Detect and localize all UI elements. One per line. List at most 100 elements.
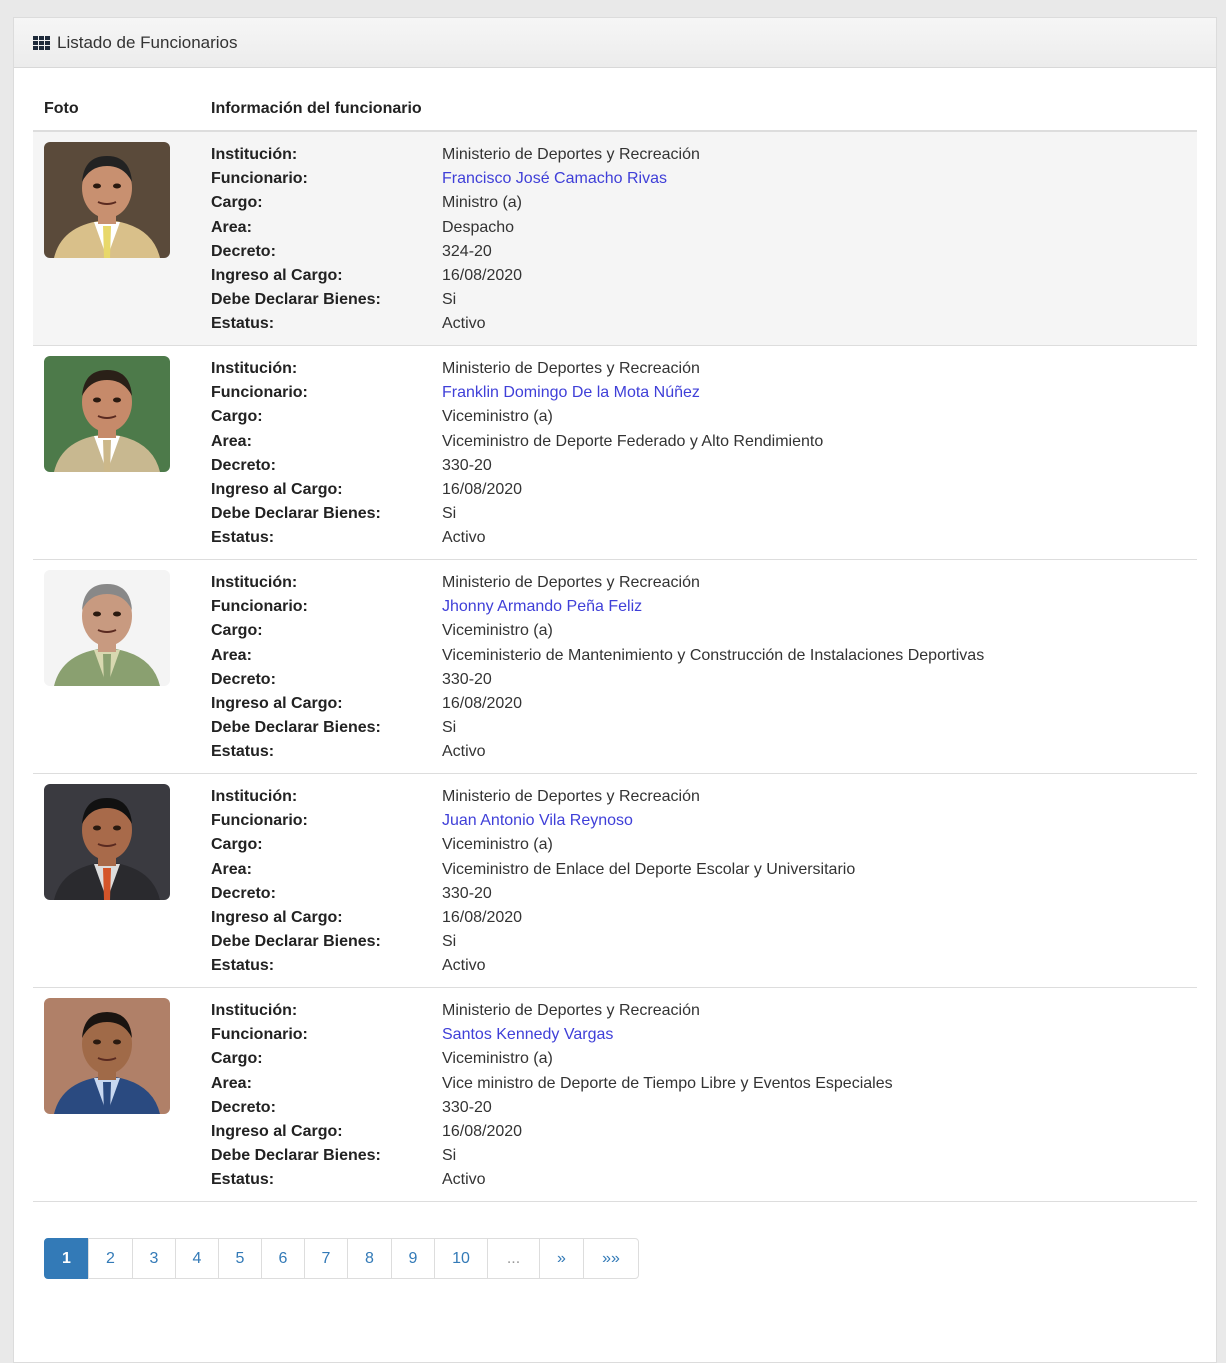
field-declarar: Debe Declarar Bienes: Si xyxy=(211,1144,893,1168)
official-photo xyxy=(44,142,170,258)
photo-cell xyxy=(33,988,211,1201)
field-label: Ingreso al Cargo: xyxy=(211,908,343,926)
field-funcionario: Funcionario: Juan Antonio Vila Reynoso xyxy=(211,809,855,833)
field-label: Debe Declarar Bienes: xyxy=(211,719,381,737)
field-label: Cargo: xyxy=(211,408,263,426)
field-value: Despacho xyxy=(442,218,515,236)
field-label: Ingreso al Cargo: xyxy=(211,480,343,498)
field-value: 16/08/2020 xyxy=(442,694,523,712)
official-name-link[interactable]: Francisco José Camacho Rivas xyxy=(442,167,667,191)
field-label: Institución: xyxy=(211,574,298,591)
field-ingreso: Ingreso al Cargo: 16/08/2020 xyxy=(211,692,984,716)
field-value: Si xyxy=(442,291,457,309)
panel-title: Listado de Funcionarios xyxy=(57,32,238,52)
field-ingreso: Ingreso al Cargo: 16/08/2020 xyxy=(211,906,855,930)
page-2-button[interactable]: 2 xyxy=(88,1238,133,1279)
field-cargo: Cargo: Viceministro (a) xyxy=(211,405,823,429)
field-estatus: Estatus: Activo xyxy=(211,954,855,978)
official-photo xyxy=(44,784,170,900)
officials-table: Foto Información del funcionario Institu… xyxy=(33,88,1197,1202)
page-1-button[interactable]: 1 xyxy=(44,1238,89,1279)
field-label: Institución: xyxy=(211,1002,298,1019)
field-area: Area: Viceministro de Enlace del Deporte … xyxy=(211,858,855,882)
field-decreto: Decreto: 330-20 xyxy=(211,454,823,478)
field-value: Activo xyxy=(442,529,486,547)
photo-cell xyxy=(33,560,211,773)
field-label: Area: xyxy=(211,860,252,878)
page-ellipsis-button[interactable]: ... xyxy=(487,1238,540,1279)
field-estatus: Estatus: Activo xyxy=(211,312,700,336)
page-9-button[interactable]: 9 xyxy=(391,1238,435,1279)
page-7-button[interactable]: 7 xyxy=(304,1238,348,1279)
official-name-link[interactable]: Santos Kennedy Vargas xyxy=(442,1023,613,1047)
field-value: Si xyxy=(442,505,457,523)
official-info: Institución: Ministerio de Deportes y Rec… xyxy=(211,132,700,345)
page-3-button[interactable]: 3 xyxy=(132,1238,176,1279)
field-decreto: Decreto: 330-20 xyxy=(211,882,855,906)
field-value: 330-20 xyxy=(442,670,492,688)
photo-cell xyxy=(33,346,211,559)
field-value: Viceministro (a) xyxy=(442,408,553,426)
field-value: 16/08/2020 xyxy=(442,1122,523,1140)
official-info: Institución: Ministerio de Deportes y Rec… xyxy=(211,346,823,559)
field-label: Area: xyxy=(211,646,252,664)
field-label: Debe Declarar Bienes: xyxy=(211,1147,381,1165)
field-label: Funcionario: xyxy=(211,170,308,188)
pagination: 1 2 3 4 5 6 7 8 9 10...»»» xyxy=(44,1238,639,1279)
field-decreto: Decreto: 330-20 xyxy=(211,1096,893,1120)
table-row: Institución: Ministerio de Deportes y Rec… xyxy=(33,988,1197,1202)
field-funcionario: Funcionario: Santos Kennedy Vargas xyxy=(211,1023,893,1047)
page-8-button[interactable]: 8 xyxy=(347,1238,392,1279)
field-institucion: Institución: Ministerio de Deportes y Rec… xyxy=(211,143,700,167)
field-label: Funcionario: xyxy=(211,598,308,616)
table-header: Foto Información del funcionario xyxy=(33,88,1197,132)
official-name-link[interactable]: Juan Antonio Vila Reynoso xyxy=(442,809,633,833)
field-label: Decreto: xyxy=(211,670,276,688)
field-label: Area: xyxy=(211,1074,252,1092)
field-value: Ministro (a) xyxy=(442,194,523,212)
field-value: Viceministro de Enlace del Deporte Escol… xyxy=(442,860,856,878)
field-cargo: Cargo: Viceministro (a) xyxy=(211,1047,893,1071)
field-value: 330-20 xyxy=(442,456,492,474)
field-ingreso: Ingreso al Cargo: 16/08/2020 xyxy=(211,478,823,502)
field-label: Estatus: xyxy=(211,743,275,761)
field-value: Si xyxy=(442,933,457,951)
field-estatus: Estatus: Activo xyxy=(211,1168,893,1192)
field-ingreso: Ingreso al Cargo: 16/08/2020 xyxy=(211,1120,893,1144)
page-4-button[interactable]: 4 xyxy=(175,1238,219,1279)
field-value: Activo xyxy=(442,743,486,761)
official-photo xyxy=(44,570,170,686)
field-label: Estatus: xyxy=(211,315,275,333)
page-10-button[interactable]: 10 xyxy=(434,1238,488,1279)
last-page-button[interactable]: »» xyxy=(583,1238,639,1279)
field-label: Debe Declarar Bienes: xyxy=(211,291,381,309)
field-value: Viceministro (a) xyxy=(442,622,553,640)
field-label: Estatus: xyxy=(211,529,275,547)
officials-panel: Listado de Funcionarios Foto Información… xyxy=(13,17,1217,1363)
page-6-button[interactable]: 6 xyxy=(261,1238,305,1279)
field-value: 16/08/2020 xyxy=(442,266,523,284)
field-cargo: Cargo: Ministro (a) xyxy=(211,191,700,215)
field-estatus: Estatus: Activo xyxy=(211,526,823,550)
column-header-info: Información del funcionario xyxy=(211,100,422,117)
field-value: 330-20 xyxy=(442,1098,492,1116)
official-info: Institución: Ministerio de Deportes y Rec… xyxy=(211,988,893,1201)
field-value: Activo xyxy=(442,1171,486,1189)
field-funcionario: Funcionario: Jhonny Armando Peña Feliz xyxy=(211,595,984,619)
field-label: Cargo: xyxy=(211,622,263,640)
field-value: Activo xyxy=(442,957,486,975)
photo-cell xyxy=(33,774,211,987)
field-declarar: Debe Declarar Bienes: Si xyxy=(211,716,984,740)
official-name-link[interactable]: Jhonny Armando Peña Feliz xyxy=(442,595,642,619)
field-declarar: Debe Declarar Bienes: Si xyxy=(211,930,855,954)
field-label: Ingreso al Cargo: xyxy=(211,266,343,284)
field-label: Cargo: xyxy=(211,836,263,854)
table-row: Institución: Ministerio de Deportes y Rec… xyxy=(33,132,1197,346)
field-label: Area: xyxy=(211,218,252,236)
field-institucion: Institución: Ministerio de Deportes y Rec… xyxy=(211,999,893,1023)
official-name-link[interactable]: Franklin Domingo De la Mota Núñez xyxy=(442,381,700,405)
table-row: Institución: Ministerio de Deportes y Rec… xyxy=(33,774,1197,988)
page-5-button[interactable]: 5 xyxy=(218,1238,262,1279)
field-value: Ministerio de Deportes y Recreación xyxy=(442,788,700,805)
next-page-button[interactable]: » xyxy=(539,1238,584,1279)
